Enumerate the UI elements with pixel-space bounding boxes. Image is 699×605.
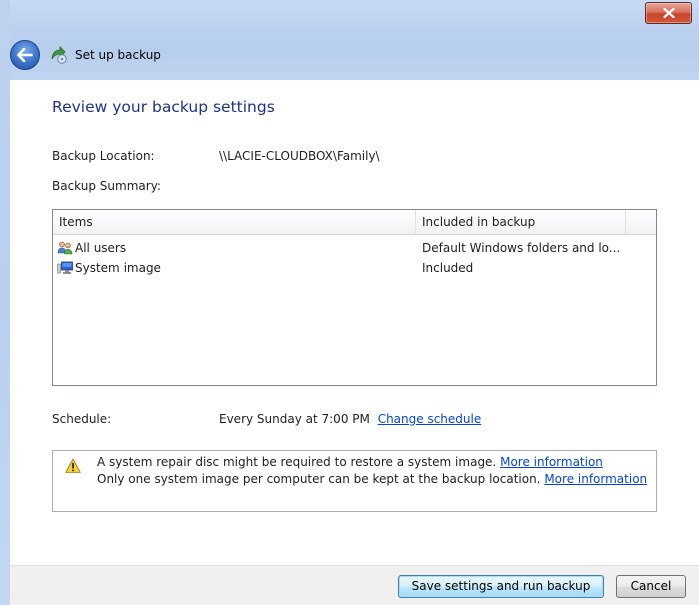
info-text: Only one system image per computer can b… <box>97 472 541 486</box>
item-name-cell: All users <box>57 238 412 258</box>
back-button[interactable] <box>10 40 40 70</box>
item-name: System image <box>75 261 161 275</box>
list-item[interactable]: All users Default Windows folders and lo… <box>53 238 656 258</box>
command-bar: Save settings and run backup Cancel <box>10 565 699 605</box>
column-header-items[interactable]: Items <box>53 210 416 234</box>
backup-icon <box>49 45 69 65</box>
info-line-system-image: Only one system image per computer can b… <box>97 472 647 486</box>
save-and-run-button[interactable]: Save settings and run backup <box>398 575 604 598</box>
list-item[interactable]: System image Included <box>53 258 656 278</box>
info-text: A system repair disc might be required t… <box>97 455 497 469</box>
cancel-button[interactable]: Cancel <box>616 575 686 598</box>
close-button[interactable] <box>645 2 692 24</box>
info-box: A system repair disc might be required t… <box>52 450 657 512</box>
system-image-icon <box>57 260 73 276</box>
more-information-link[interactable]: More information <box>500 455 603 469</box>
backup-location-value: \\LACIE-CLOUDBOX\Family\ <box>219 149 380 163</box>
change-schedule-link[interactable]: Change schedule <box>378 412 482 426</box>
backup-wizard-window: Set up backup Review your backup setting… <box>0 0 699 605</box>
wizard-nav: Set up backup <box>10 40 161 70</box>
list-header: Items Included in backup <box>53 210 656 235</box>
backup-summary-label: Backup Summary: <box>52 179 161 193</box>
schedule-label: Schedule: <box>52 412 112 426</box>
close-icon <box>662 8 675 18</box>
window-frame-left <box>0 0 10 605</box>
backup-summary-list[interactable]: Items Included in backup All users Defau… <box>52 209 657 386</box>
schedule-value: Every Sunday at 7:00 PM <box>219 412 370 426</box>
window-title: Set up backup <box>75 48 161 62</box>
item-included: Default Windows folders and lo... <box>422 241 621 255</box>
info-line-repair-disc: A system repair disc might be required t… <box>97 455 603 469</box>
back-arrow-icon <box>17 48 33 62</box>
item-name: All users <box>75 241 127 255</box>
column-header-included[interactable]: Included in backup <box>416 210 626 234</box>
wizard-content: Review your backup settings Backup Locat… <box>10 80 699 565</box>
item-included: Included <box>422 261 474 275</box>
item-name-cell: System image <box>57 258 412 278</box>
more-information-link[interactable]: More information <box>544 472 647 486</box>
backup-location-label: Backup Location: <box>52 149 155 163</box>
schedule-row: Every Sunday at 7:00 PM Change schedule <box>219 412 481 426</box>
users-icon <box>57 240 73 256</box>
page-heading: Review your backup settings <box>52 98 275 116</box>
column-header-empty[interactable] <box>626 210 656 234</box>
warning-icon <box>65 458 81 473</box>
